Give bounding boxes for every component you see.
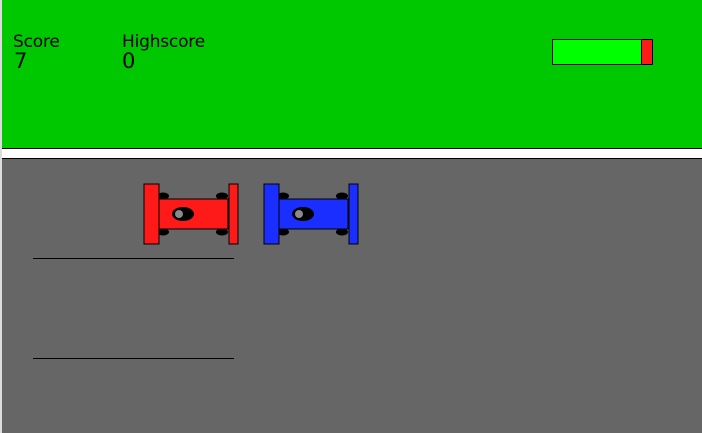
driver-helmet-icon bbox=[175, 210, 183, 218]
car-rear-wing bbox=[263, 183, 280, 245]
fuel-bar bbox=[552, 39, 653, 65]
car-rear-wing bbox=[143, 183, 160, 245]
driver-helmet-icon bbox=[295, 210, 303, 218]
score-value: 7 bbox=[14, 49, 28, 73]
wheel-icon bbox=[336, 228, 348, 236]
wheel-icon bbox=[336, 192, 348, 200]
blue-car bbox=[263, 183, 359, 245]
grass-area: Score 7 Highscore 0 bbox=[2, 0, 702, 149]
lane-line bbox=[33, 258, 234, 259]
road bbox=[2, 159, 702, 433]
car-front-wing bbox=[228, 183, 239, 245]
lane-line bbox=[33, 358, 234, 359]
wheel-icon bbox=[216, 192, 228, 200]
fuel-bar-fill bbox=[553, 40, 643, 64]
game-screen: Score 7 Highscore 0 bbox=[0, 0, 702, 433]
highscore-value: 0 bbox=[122, 49, 136, 73]
road-curb bbox=[2, 149, 702, 159]
red-car bbox=[143, 183, 239, 245]
car-front-wing bbox=[348, 183, 359, 245]
wheel-icon bbox=[216, 228, 228, 236]
